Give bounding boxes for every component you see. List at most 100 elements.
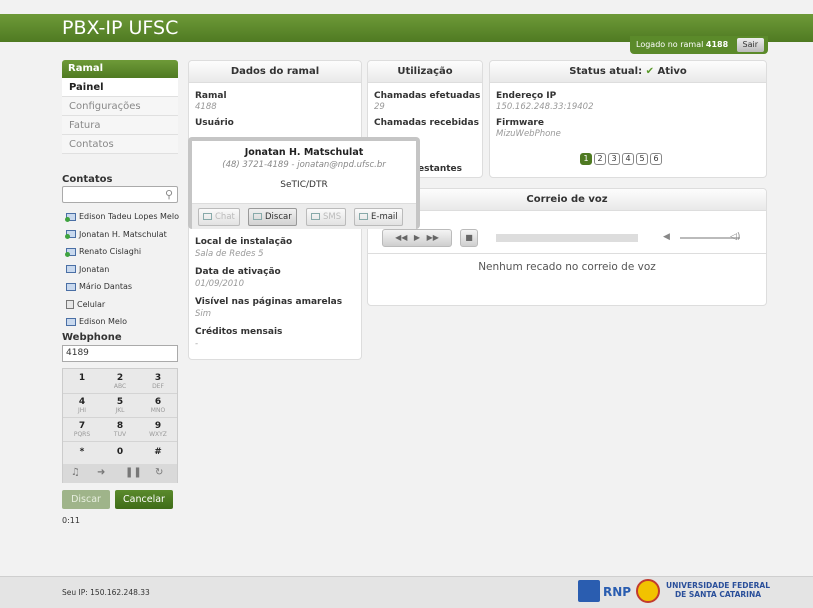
page-2[interactable]: 2 xyxy=(594,153,606,165)
phone-icon xyxy=(253,213,262,220)
call-controls: ♫ ➜ ❚❚ ↻ xyxy=(63,464,177,483)
popup-department: SeTIC/DTR xyxy=(280,180,328,190)
key-8[interactable]: 8 TUV xyxy=(102,420,138,440)
logout-button[interactable]: Sair xyxy=(736,38,764,52)
speaker-icon[interactable]: ♫ xyxy=(71,467,80,478)
key-4[interactable]: 4 JHI xyxy=(64,396,100,416)
volume-down-icon[interactable]: ◀ xyxy=(663,232,670,242)
field-value: 29 xyxy=(374,102,385,112)
contacts-title: Contatos xyxy=(62,174,113,185)
sms-button[interactable]: SMS xyxy=(306,208,347,226)
list-item[interactable]: Jonatan xyxy=(66,261,186,279)
sidebar-item-contatos[interactable]: Contatos xyxy=(62,135,178,154)
playback-buttons: ◀◀ ▶ ▶▶ xyxy=(382,229,452,247)
field-label: estantes xyxy=(418,164,463,174)
popup-contact-name: Jonatan H. Matschulat xyxy=(244,147,364,158)
key-6[interactable]: 6 MNO xyxy=(140,396,176,416)
login-text: Logado no ramal xyxy=(636,40,704,49)
field-label: Endereço IP xyxy=(496,91,557,101)
contact-online-icon xyxy=(65,230,76,239)
key-hash[interactable]: # xyxy=(140,446,176,466)
list-item[interactable]: Edison Melo xyxy=(66,313,186,331)
contact-icon xyxy=(66,282,76,291)
stop-icon[interactable]: ■ xyxy=(460,229,478,247)
page-1[interactable]: 1 xyxy=(580,153,592,165)
sidebar-item-painel[interactable]: Painel xyxy=(62,78,178,97)
sidebar-nav: Ramal Painel Configurações Fatura Contat… xyxy=(62,60,178,154)
fast-forward-icon[interactable]: ▶▶ xyxy=(427,233,439,242)
login-status: Logado no ramal 4188 Sair xyxy=(630,36,768,54)
pagination: 123456 xyxy=(580,153,664,165)
key-9[interactable]: 9 WXYZ xyxy=(140,420,176,440)
email-icon xyxy=(359,213,368,220)
voicemail-player: ◀◀ ▶ ▶▶ ■ ◀ ◁) xyxy=(378,229,740,251)
list-item[interactable]: Jonatan H. Matschulat xyxy=(65,226,186,244)
field-value: Sala de Redes 5 xyxy=(195,249,264,259)
key-7[interactable]: 7 PQRS xyxy=(64,420,100,440)
field-label: Chamadas efetuadas xyxy=(374,91,481,101)
list-item[interactable]: Renato Cislaghi xyxy=(65,243,186,261)
login-ramal: 4188 xyxy=(705,40,729,49)
key-3[interactable]: 3 DEF xyxy=(140,372,176,392)
field-value: Sim xyxy=(195,309,212,319)
voicemail-panel-title: Correio de voz xyxy=(368,189,766,211)
mobile-icon xyxy=(66,299,74,309)
popup-actions: Chat Discar SMS E-mail xyxy=(192,203,416,229)
key-5[interactable]: 5 JKL xyxy=(102,396,138,416)
sidebar-item-fatura[interactable]: Fatura xyxy=(62,116,178,135)
page-3[interactable]: 3 xyxy=(608,153,620,165)
footer: Seu IP: 150.162.248.33 RNP UNIVERSIDADE … xyxy=(0,576,813,608)
popup-contact-line: (48) 3721-4189 - jonatan@npd.ufsc.br xyxy=(222,160,386,170)
page-4[interactable]: 4 xyxy=(622,153,634,165)
field-label: Usuário xyxy=(195,118,234,128)
field-label: Firmware xyxy=(496,118,544,128)
rnp-logo[interactable]: RNP xyxy=(578,580,631,604)
play-icon[interactable]: ▶ xyxy=(414,233,420,242)
footer-ip: Seu IP: 150.162.248.33 xyxy=(62,588,150,597)
call-button[interactable]: Discar xyxy=(248,208,297,226)
page-5[interactable]: 5 xyxy=(636,153,648,165)
list-item[interactable]: Mário Dantas xyxy=(66,278,186,296)
check-icon: ✔ xyxy=(645,66,654,77)
field-label: Chamadas recebidas xyxy=(374,118,479,128)
key-2[interactable]: 2 ABC xyxy=(102,372,138,392)
contact-popup: Jonatan H. Matschulat (48) 3721-4189 - j… xyxy=(188,137,420,229)
webphone-title: Webphone xyxy=(62,332,122,343)
transfer-icon[interactable]: ➜ xyxy=(97,467,105,478)
email-button[interactable]: E-mail xyxy=(354,208,403,226)
search-icon[interactable]: ⚲ xyxy=(165,188,173,201)
ufsc-logo[interactable]: UNIVERSIDADE FEDERAL DE SANTA CATARINA xyxy=(636,579,776,605)
page-6[interactable]: 6 xyxy=(650,153,662,165)
webphone-number-input[interactable]: 4189 xyxy=(62,345,178,362)
contact-online-icon xyxy=(65,212,76,222)
key-star[interactable]: * xyxy=(64,446,100,466)
status-panel-title: Status atual: ✔ Ativo xyxy=(490,61,766,83)
chat-icon xyxy=(203,213,212,220)
sidebar-section-title: Ramal xyxy=(62,60,178,78)
rewind-icon[interactable]: ◀◀ xyxy=(395,233,407,242)
contacts-search-input[interactable]: ⚲ xyxy=(62,186,178,203)
field-label: Local de instalação xyxy=(195,237,293,247)
key-1[interactable]: 1 xyxy=(64,372,100,392)
list-item[interactable]: Celular xyxy=(66,296,186,314)
field-label: Data de ativação xyxy=(195,267,281,277)
field-value: MizuWebPhone xyxy=(496,129,561,139)
sms-icon xyxy=(311,213,320,220)
contacts-list: Edison Tadeu Lopes Melo Jonatan H. Matsc… xyxy=(65,208,186,331)
volume-up-icon[interactable]: ◁) xyxy=(730,232,740,242)
voicemail-panel: Correio de voz ◀◀ ▶ ▶▶ ■ ◀ ◁) Nenhum rec… xyxy=(367,188,767,306)
contact-icon xyxy=(66,265,76,273)
dial-button[interactable]: Discar xyxy=(62,490,110,509)
app-title: PBX-IP UFSC xyxy=(62,17,179,39)
playback-progress[interactable] xyxy=(496,234,638,242)
list-item[interactable]: Edison Tadeu Lopes Melo xyxy=(65,208,186,226)
status-badge: Ativo xyxy=(657,66,687,77)
chat-button[interactable]: Chat xyxy=(198,208,240,226)
cancel-button[interactable]: Cancelar xyxy=(115,490,173,509)
key-0[interactable]: 0 xyxy=(102,446,138,466)
redial-icon[interactable]: ↻ xyxy=(155,467,163,478)
hold-icon[interactable]: ❚❚ xyxy=(125,467,142,478)
sidebar-item-configuracoes[interactable]: Configurações xyxy=(62,97,178,116)
dial-keypad: 1 2 ABC 3 DEF 4 JHI 5 JKL 6 MNO 7 PQRS 8 TUV 9W… xyxy=(62,368,178,483)
contact-online-icon xyxy=(65,247,76,257)
